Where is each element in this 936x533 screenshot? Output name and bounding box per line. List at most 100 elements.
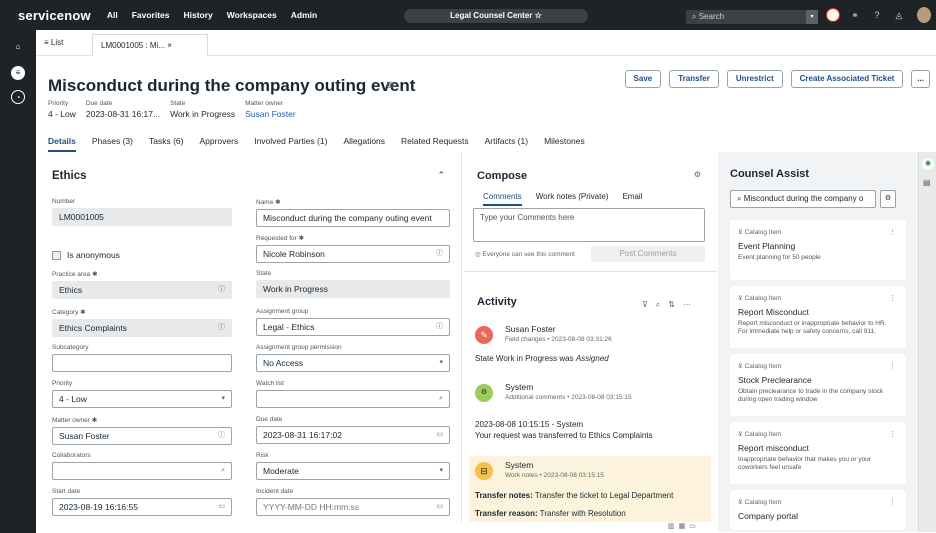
due-date-field: Due date 2023-08-31 16:17:02 ▭ [256,416,450,444]
search-scope-dropdown-icon[interactable]: ▾ [806,10,818,24]
activity-toolbar-icons[interactable]: ⊽⌕⇅⋯ [642,300,699,310]
create-associated-ticket-button[interactable]: Create Associated Ticket [790,70,904,88]
cart-icon: ⊻ [738,295,745,302]
catalog-item-label: ⊻ Catalog Item [738,363,782,370]
catalog-item-label: ⊻ Catalog Item [738,229,782,236]
activity-entry-additional-comments: ⚙ System Additional comments • 2023-08-0… [475,382,653,440]
assist-icon[interactable]: ◉ [922,158,934,170]
tab-milestones[interactable]: Milestones [544,136,585,152]
collaborators-field: Collaborators ⌕ [52,452,232,480]
more-actions-button[interactable]: ... [911,70,930,88]
comment-textarea[interactable]: Type your Comments here [473,208,705,242]
filter-settings-icon[interactable]: ⚙ [880,190,896,208]
menu-all[interactable]: All [107,10,118,20]
layout-toggle-icons[interactable]: ▥▦▭ [668,522,700,530]
notifications-bell-icon[interactable]: ◬ [892,8,906,22]
home-icon[interactable]: ⌂ [11,40,25,54]
unrestrict-button[interactable]: Unrestrict [726,70,783,88]
menu-history[interactable]: History [184,10,213,20]
post-comments-button[interactable]: Post Comments [591,246,705,262]
menu-favorites[interactable]: Favorites [132,10,170,20]
info-icon: ⓘ [436,323,443,330]
tab-work-notes[interactable]: Work notes (Private) [536,192,609,206]
list-icon[interactable]: ≡ [11,66,25,80]
record-header: Misconduct during the company outing eve… [36,56,936,152]
catalog-card-company-portal[interactable]: ⊻ Catalog Item ⋮ Company portal [730,490,906,530]
edit-icon: ✎ [475,326,493,344]
workspace-tab-bar: ≡ List LM0001005 : Mi... × [36,30,936,56]
top-navigation: servicenow All Favorites History Workspa… [0,0,936,30]
card-more-icon[interactable]: ⋮ [889,498,896,506]
tab-artifacts[interactable]: Artifacts (1) [485,136,528,152]
name-field: Name ✱ Misconduct during the company out… [256,198,450,227]
counsel-search-input[interactable]: ⌕ Misconduct during the company o [730,190,876,208]
list-tab[interactable]: ≡ List [44,38,63,47]
tab-involved-parties[interactable]: Involved Parties (1) [254,136,327,152]
cart-icon: ⊻ [738,431,745,438]
tab-phases[interactable]: Phases (3) [92,136,133,152]
activity-entry-field-change: ✎ Susan Foster Field changes • 2023-08-0… [475,324,612,363]
assignment-group-permission-field: Assignment group permission No Access ▾ [256,344,450,372]
catalog-item-label: ⊻ Catalog Item [738,295,782,302]
catalog-item-label: ⊻ Catalog Item [738,431,782,438]
calendar-icon: ▭ [218,503,225,510]
number-field: Number LM0001005 [52,198,232,226]
subcategory-field: Subcategory [52,344,232,372]
record-meta: Priority 4 - Low Due date 2023-08-31 16:17… [48,100,296,119]
tab-details[interactable]: Details [48,136,76,152]
is-anonymous-checkbox[interactable]: Is anonymous [52,250,120,260]
save-button[interactable]: Save [624,70,662,88]
catalog-card-stock-preclearance[interactable]: ⊻ Catalog Item ⋮ Stock Preclearance Obta… [730,354,906,416]
tab-approvers[interactable]: Approvers [199,136,238,152]
card-more-icon[interactable]: ⋮ [889,362,896,370]
card-more-icon[interactable]: ⋮ [889,430,896,438]
menu-workspaces[interactable]: Workspaces [227,10,277,20]
menu-admin[interactable]: Admin [291,10,317,20]
transfer-button[interactable]: Transfer [669,70,719,88]
document-icon[interactable]: ▤ [923,178,931,187]
catalog-card-event-planning[interactable]: ⊻ Catalog Item ⋮ Event Planning Event pl… [730,220,906,280]
info-icon: ⓘ [218,286,225,293]
compose-tabs: Comments Work notes (Private) Email [483,192,642,206]
lock-icon: ⊟ [475,462,493,480]
servicenow-logo[interactable]: servicenow [18,8,91,23]
meta-state: State Work in Progress [170,100,236,119]
tag-icon[interactable]: ⊛ [386,80,394,91]
search-icon: ⌕ [737,194,744,203]
card-more-icon[interactable]: ⋮ [889,228,896,236]
info-icon: ⓘ [218,432,225,439]
search-icon: ⌕ [221,467,225,474]
info-icon: ⓘ [436,250,443,257]
connect-chat-icon[interactable]: ⚭ [848,8,862,22]
catalog-card-report-misconduct-2[interactable]: ⊻ Catalog Item ⋮ Report misconduct Inapp… [730,422,906,484]
search-icon: ⌕ [439,395,443,402]
tab-related-requests[interactable]: Related Requests [401,136,469,152]
tab-email[interactable]: Email [622,192,642,206]
practice-area-field: Practice area ✱ Ethics ⓘ [52,270,232,299]
tab-comments[interactable]: Comments [483,192,522,206]
category-field: Category ✱ Ethics Complaints ⓘ [52,308,232,337]
help-icon[interactable]: ? [870,8,884,22]
meta-matter-owner: Matter owner Susan Foster [245,100,296,119]
compose-title: Compose [477,170,528,182]
globe-icon[interactable]: ◉ [826,8,840,22]
catalog-card-report-misconduct[interactable]: ⊻ Catalog Item ⋮ Report Misconduct Repor… [730,286,906,348]
activity-entry-work-notes: ⊟ System Work notes • 2023-08-08 03:15:1… [469,456,711,522]
collapse-chevron-icon[interactable]: ⌃ [437,170,445,181]
state-field: State Work in Progress [256,270,450,298]
tab-tasks[interactable]: Tasks (6) [149,136,183,152]
dropdown-icon: ▾ [439,359,443,366]
compose-settings-icon[interactable]: ⚙ [694,170,701,179]
counsel-assist-panel: Counsel Assist ⌕ Misconduct during the c… [718,152,918,532]
card-more-icon[interactable]: ⋮ [889,294,896,302]
dashboard-icon[interactable]: ◔ [11,90,25,104]
meta-due-date: Due date 2023-08-31 16:17... [85,100,161,119]
user-avatar[interactable] [917,7,931,23]
workspace-context-pill[interactable]: Legal Counsel Center ☆ [404,9,588,23]
tab-allegations[interactable]: Allegations [343,136,385,152]
calendar-icon: ▭ [436,503,443,510]
record-tab[interactable]: LM0001005 : Mi... × [92,34,208,56]
record-tabs: Details Phases (3) Tasks (6) Approvers I… [48,136,585,152]
search-icon: ⌕ [692,12,699,21]
global-search-input[interactable]: ⌕ Search ▾ [686,10,818,24]
